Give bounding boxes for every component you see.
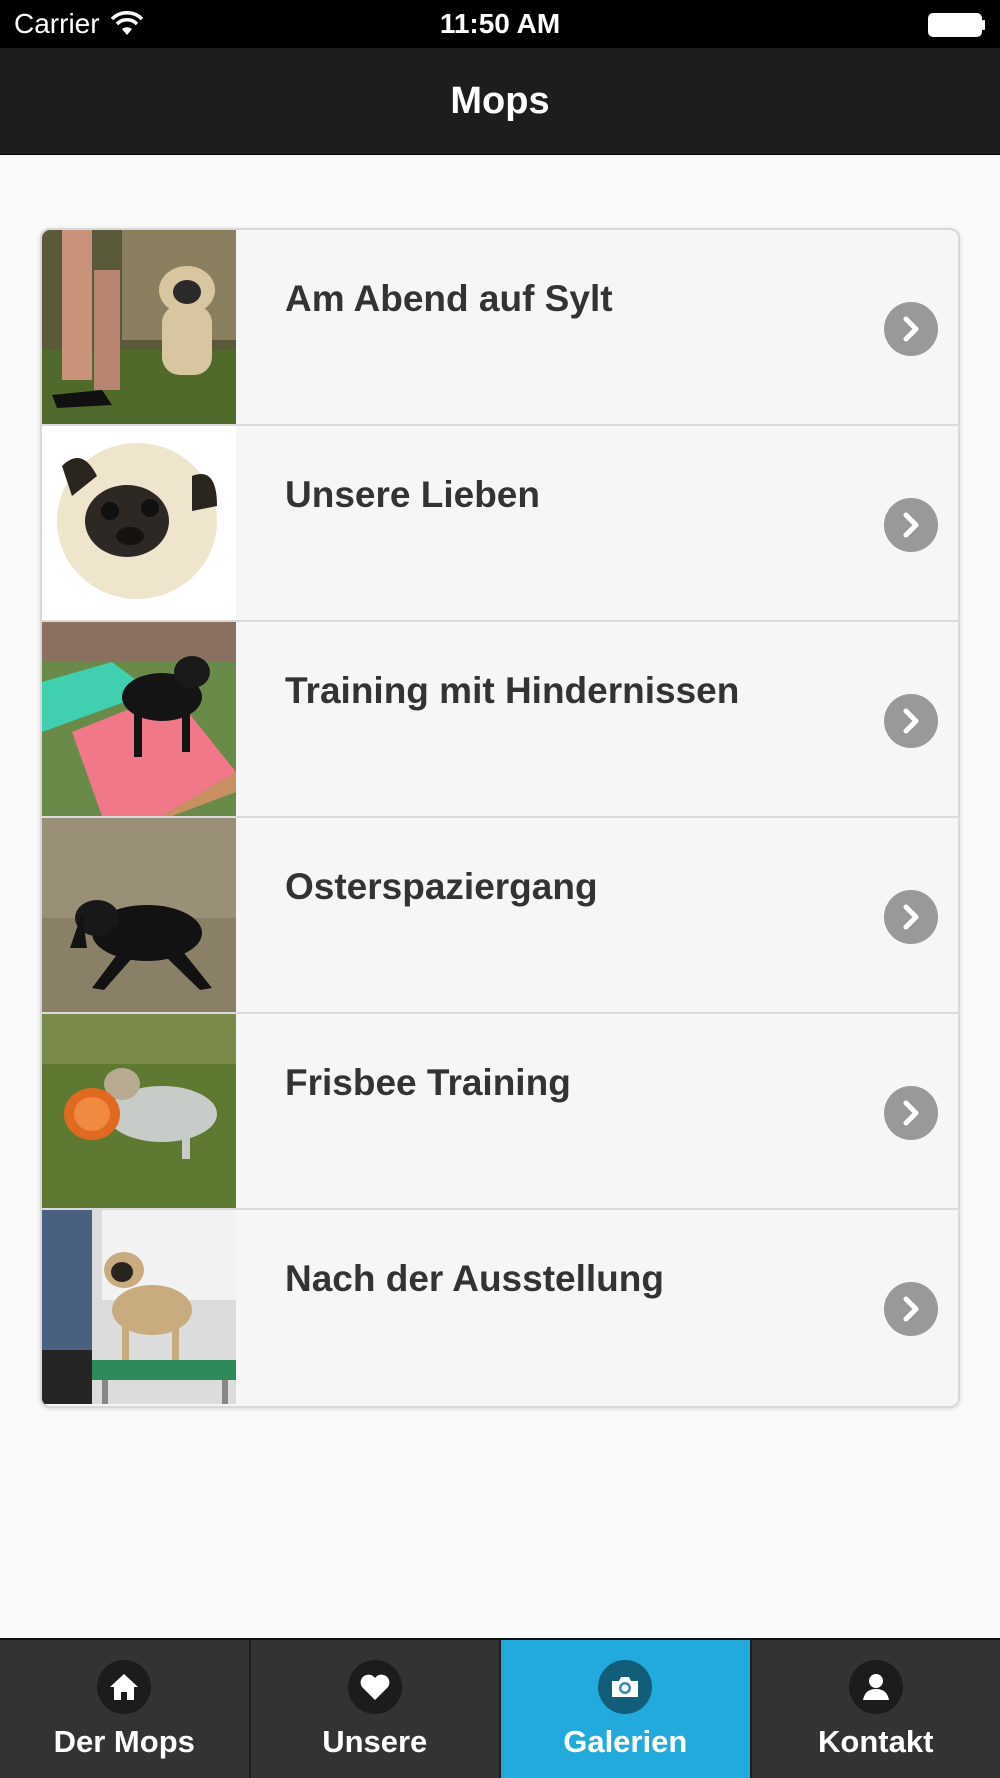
chevron-right-icon[interactable] (884, 890, 938, 944)
chevron-right-icon[interactable] (884, 1086, 938, 1140)
gallery-item-unsere-lieben[interactable]: Unsere Lieben (42, 426, 958, 622)
pug-with-frisbee-photo (42, 1014, 236, 1208)
nav-header: Mops (0, 48, 1000, 155)
black-pug-on-ramp-photo (42, 622, 236, 816)
tab-unsere[interactable]: Unsere (251, 1640, 501, 1778)
gallery-item-label: Osterspaziergang (285, 866, 598, 907)
gallery-item-label: Am Abend auf Sylt (285, 278, 613, 319)
gallery-item-am-abend-auf-sylt[interactable]: Am Abend auf Sylt (42, 230, 958, 426)
person-icon (848, 1660, 903, 1714)
pug-on-show-table-photo (42, 1210, 236, 1404)
tab-galerien[interactable]: Galerien (501, 1640, 752, 1778)
heart-icon (347, 1660, 402, 1714)
battery-icon (928, 13, 985, 37)
status-time: 11:50 AM (439, 8, 561, 39)
gallery-item-label: Nach der Ausstellung (285, 1258, 664, 1299)
pug-face-photo (42, 426, 236, 620)
chevron-right-icon[interactable] (884, 1282, 938, 1336)
chevron-right-icon[interactable] (884, 694, 938, 748)
pug-on-leash-photo (42, 230, 236, 424)
black-pug-running-photo (42, 818, 236, 1012)
gallery-item-nach-der-ausstellung[interactable]: Nach der Ausstellung (42, 1210, 958, 1406)
gallery-list: Am Abend auf Sylt Unsere Lieben Training… (40, 228, 960, 1408)
tab-der-mops[interactable]: Der Mops (0, 1640, 251, 1778)
tab-bar: Der Mops Unsere Galerien Kontakt (0, 1638, 1000, 1778)
home-icon (97, 1660, 152, 1714)
chevron-right-icon[interactable] (884, 498, 938, 552)
status-bar: Carrier 11:50 AM (0, 0, 1000, 48)
tab-label: Kontakt (818, 1724, 934, 1759)
tab-kontakt[interactable]: Kontakt (752, 1640, 1000, 1778)
tab-label: Unsere (322, 1724, 428, 1759)
gallery-item-osterspaziergang[interactable]: Osterspaziergang (42, 818, 958, 1014)
gallery-item-label: Unsere Lieben (285, 474, 540, 515)
gallery-item-frisbee-training[interactable]: Frisbee Training (42, 1014, 958, 1210)
tab-label: Der Mops (53, 1724, 195, 1759)
tab-label: Galerien (563, 1724, 688, 1759)
page-title: Mops (450, 79, 550, 122)
camera-icon (598, 1660, 653, 1714)
chevron-right-icon[interactable] (884, 302, 938, 356)
gallery-item-training-mit-hindernissen[interactable]: Training mit Hindernissen (42, 622, 958, 818)
gallery-item-label: Training mit Hindernissen (285, 670, 740, 711)
gallery-item-label: Frisbee Training (285, 1062, 571, 1103)
